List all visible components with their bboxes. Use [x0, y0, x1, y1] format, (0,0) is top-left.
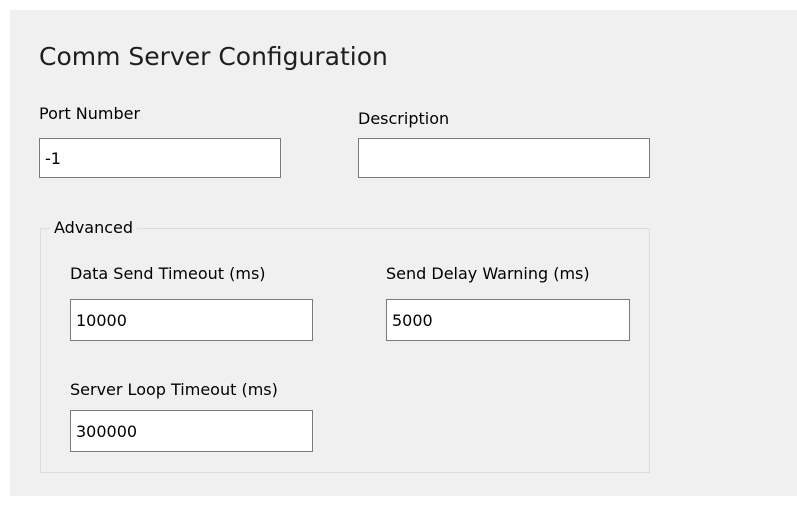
server-loop-timeout-input[interactable] — [70, 410, 313, 452]
data-send-timeout-input[interactable] — [70, 299, 313, 341]
send-delay-warning-label: Send Delay Warning (ms) — [386, 264, 590, 283]
description-input[interactable] — [358, 138, 650, 178]
send-delay-warning-input[interactable] — [386, 299, 630, 341]
page-title: Comm Server Configuration — [39, 42, 388, 71]
advanced-group-label: Advanced — [50, 218, 138, 237]
port-number-label: Port Number — [39, 104, 141, 123]
server-loop-timeout-label: Server Loop Timeout (ms) — [70, 380, 278, 399]
description-label: Description — [358, 109, 450, 128]
port-number-input[interactable] — [39, 138, 281, 178]
data-send-timeout-label: Data Send Timeout (ms) — [70, 264, 266, 283]
